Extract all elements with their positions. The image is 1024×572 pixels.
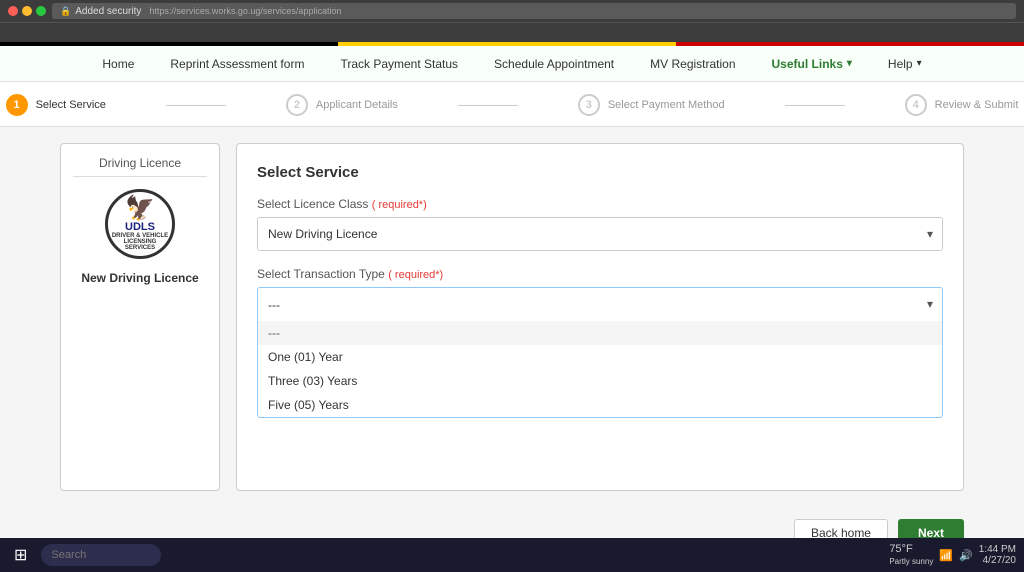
url-display: https://services.works.go.ug/services/ap… (149, 6, 341, 16)
step-connector-3 (785, 105, 845, 106)
dropdown-option-one-year[interactable]: One (01) Year (258, 345, 942, 369)
licence-class-select-wrapper: New Driving Licence Renewal Duplicate ▾ (257, 217, 943, 251)
licence-class-required: ( required*) (372, 199, 427, 211)
transaction-type-required: ( required*) (388, 269, 443, 281)
step-2: 2 Applicant Details (286, 94, 398, 116)
close-button[interactable] (8, 6, 18, 16)
taskbar-time: 1:44 PM (979, 544, 1016, 555)
select-service-title: Select Service (257, 164, 943, 181)
step-1-label: Select Service (36, 99, 106, 111)
transaction-type-label: Select Transaction Type ( required*) (257, 267, 943, 281)
step-1: 1 Select Service (6, 94, 106, 116)
card-title: Driving Licence (73, 156, 207, 177)
logo-subtitle: DRIVER & VEHICLELICENSING SERVICES (108, 233, 172, 251)
taskbar-clock: 1:44 PM 4/27/20 (979, 544, 1016, 566)
dropdown-option-three-years[interactable]: Three (03) Years (258, 369, 942, 393)
nav-help[interactable]: Help ▾ (882, 53, 928, 75)
lock-icon: 🔒 (60, 6, 71, 17)
dropdown-arrow-help-icon: ▾ (917, 58, 922, 69)
step-3-circle: 3 (578, 94, 600, 116)
stepper: 1 Select Service 2 Applicant Details 3 S… (0, 82, 1024, 127)
step-2-label: Applicant Details (316, 99, 398, 111)
taskbar-search-input[interactable] (41, 544, 161, 566)
nav-schedule[interactable]: Schedule Appointment (488, 53, 620, 75)
step-connector-2 (458, 105, 518, 106)
main-content: Driving Licence 🦅 UDLS DRIVER & VEHICLEL… (0, 127, 1024, 507)
nav-track[interactable]: Track Payment Status (334, 53, 464, 75)
licence-class-label: Select Licence Class ( required*) (257, 197, 943, 211)
transaction-type-select-wrapper: --- One (01) Year Three (03) Years Five … (257, 287, 943, 321)
step-3: 3 Select Payment Method (578, 94, 725, 116)
nav-useful-links[interactable]: Useful Links ▾ (766, 53, 858, 75)
dropdown-arrow-icon: ▾ (847, 58, 852, 69)
start-button[interactable]: ⊞ (8, 543, 33, 567)
udls-text: UDLS (108, 221, 172, 233)
step-4-circle: 4 (905, 94, 927, 116)
browser-chrome: 🔒 Added security https://services.works.… (0, 0, 1024, 22)
licence-class-select[interactable]: New Driving Licence Renewal Duplicate (257, 217, 943, 251)
service-card: Driving Licence 🦅 UDLS DRIVER & VEHICLEL… (60, 143, 220, 491)
dropdown-option-five-years[interactable]: Five (05) Years (258, 393, 942, 417)
security-label: Added security (75, 6, 141, 17)
step-3-label: Select Payment Method (608, 99, 725, 111)
licence-class-group: Select Licence Class ( required*) New Dr… (257, 197, 943, 251)
step-4: 4 Review & Submit (905, 94, 1019, 116)
network-icon: 📶 (939, 549, 953, 562)
taskbar: ⊞ 75°F Partly sunny 📶 🔊 1:44 PM 4/27/20 (0, 538, 1024, 572)
step-4-label: Review & Submit (935, 99, 1019, 111)
dropdown-option-dash[interactable]: --- (258, 321, 942, 345)
weather-temp: 75°F (889, 543, 912, 555)
step-connector-1 (166, 105, 226, 106)
step-1-circle: 1 (6, 94, 28, 116)
weather-info: 75°F Partly sunny (889, 543, 933, 567)
transaction-type-group: Select Transaction Type ( required*) ---… (257, 267, 943, 418)
transaction-type-select[interactable]: --- One (01) Year Three (03) Years Five … (257, 287, 943, 321)
navigation: Home Reprint Assessment form Track Payme… (0, 46, 1024, 82)
eagle-icon: 🦅 (108, 197, 172, 221)
taskbar-icons: 75°F Partly sunny 📶 🔊 1:44 PM 4/27/20 (889, 543, 1016, 567)
udls-logo: 🦅 UDLS DRIVER & VEHICLELICENSING SERVICE… (105, 189, 175, 259)
address-bar[interactable]: 🔒 Added security https://services.works.… (52, 3, 1016, 19)
transaction-type-dropdown-list: --- One (01) Year Three (03) Years Five … (257, 321, 943, 418)
taskbar-date: 4/27/20 (979, 555, 1016, 566)
nav-mv[interactable]: MV Registration (644, 53, 741, 75)
nav-reprint[interactable]: Reprint Assessment form (164, 53, 310, 75)
bookmarks-bar (0, 22, 1024, 42)
select-service-card: Select Service Select Licence Class ( re… (236, 143, 964, 491)
volume-icon: 🔊 (959, 549, 973, 562)
card-service-name: New Driving Licence (81, 271, 198, 285)
minimize-button[interactable] (22, 6, 32, 16)
nav-home[interactable]: Home (96, 53, 140, 75)
step-2-circle: 2 (286, 94, 308, 116)
browser-controls (8, 6, 46, 16)
maximize-button[interactable] (36, 6, 46, 16)
logo-inner: 🦅 UDLS DRIVER & VEHICLELICENSING SERVICE… (108, 197, 172, 251)
weather-desc: Partly sunny (889, 557, 933, 566)
